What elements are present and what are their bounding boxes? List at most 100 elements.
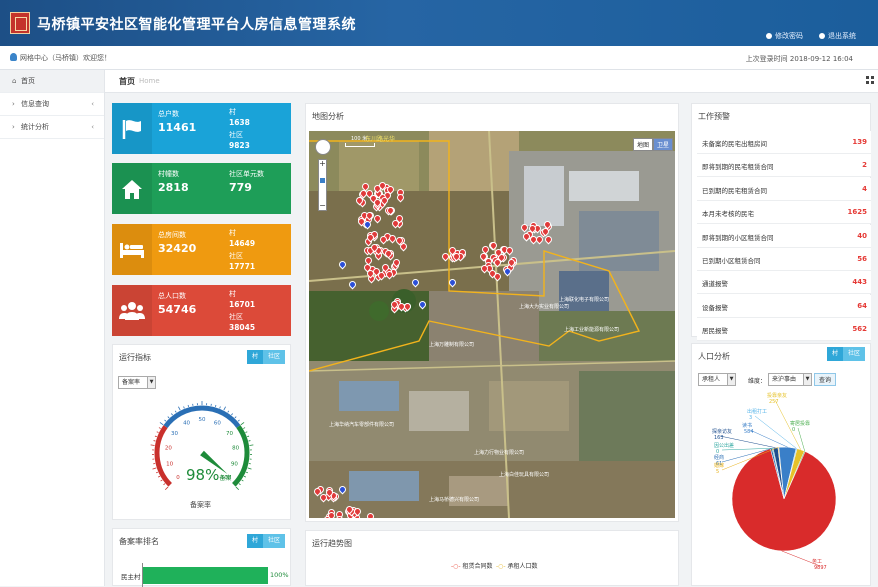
gauge-tick	[220, 407, 221, 409]
gauge-tick	[168, 417, 169, 418]
map-type-satellite[interactable]: 卫星	[653, 138, 673, 151]
warning-row[interactable]: 居民报警 562	[697, 318, 871, 341]
user-icon	[10, 53, 17, 61]
warning-row[interactable]: 已到期小区租赁合同 56	[697, 248, 871, 271]
panel-title: 运行指标	[119, 352, 151, 363]
toggle-village[interactable]: 村	[247, 534, 263, 548]
warning-row[interactable]: 未备案的民宅出租房间139	[697, 131, 871, 154]
warning-row[interactable]: 设备报警64	[697, 295, 871, 318]
stat-tile-population: 总人口数 54746 村 16701 社区 38045	[112, 285, 291, 336]
gauge-tick	[155, 436, 157, 437]
gauge-tick	[151, 445, 155, 446]
flag-icon	[112, 103, 152, 154]
pie-label: 务工	[812, 558, 822, 565]
gauge-tick	[228, 411, 229, 413]
app-title: 马桥镇平安社区智能化管理平台人房信息管理系统	[37, 14, 356, 34]
gauge-tick	[243, 428, 245, 429]
gauge-tick	[164, 420, 166, 421]
map-label: 上海马桥德兴有限公司	[429, 496, 479, 503]
gauge-tick	[188, 405, 189, 407]
legend-item[interactable]: -○- 租赁合同数	[451, 561, 493, 570]
warning-label: 即将到期的民宅租赁合同	[702, 161, 774, 171]
map-type-map[interactable]: 地图	[633, 138, 653, 151]
scale-bar	[345, 143, 375, 147]
gauge-tick	[175, 411, 176, 413]
pie-label: 因公出差	[714, 442, 734, 449]
pan-control-icon[interactable]	[315, 139, 331, 155]
breadcrumb: 首页 Home	[105, 70, 878, 93]
query-button[interactable]: 查询	[814, 373, 836, 386]
gauge-tick-label: 30	[171, 431, 178, 437]
power-icon	[819, 33, 825, 39]
gauge-label: 备案率	[190, 500, 211, 510]
gauge-tick	[236, 487, 239, 490]
warning-count: 443	[852, 278, 867, 286]
change-password-link[interactable]: 修改密码	[766, 31, 803, 41]
sidebar-item-home[interactable]: ⌂首页	[0, 70, 104, 93]
pie-value-label: 9897	[814, 565, 827, 571]
sidebar-item-query[interactable]: ›信息查询‹	[0, 93, 104, 116]
toggle-community[interactable]: 社区	[263, 534, 285, 548]
gauge-tick	[238, 420, 240, 421]
zoom-in-button[interactable]: +	[319, 160, 326, 168]
warning-row[interactable]: 本月未考核的民宅1625	[697, 201, 871, 224]
stat-tile-buildings: 村幢数 2818 社区单元数 779	[112, 163, 291, 214]
panel-title: 工作预警	[698, 111, 730, 122]
legend-item[interactable]: -○- 承租人口数	[496, 561, 538, 570]
gauge-tick	[242, 480, 244, 481]
warning-count: 4	[862, 185, 867, 193]
warning-count: 56	[857, 255, 867, 263]
zoom-slider[interactable]: + −	[318, 159, 327, 211]
ranking-panel: 备案率排名 村社区 民主村 100%	[112, 528, 291, 586]
gauge-tick	[239, 484, 241, 485]
breadcrumb-sub: Home	[139, 77, 160, 85]
toggle-village[interactable]: 村	[247, 350, 263, 364]
map-type-toggle: 地图卫星	[633, 138, 673, 151]
gauge-tick	[159, 428, 161, 429]
pie-label: 出租打工	[747, 408, 767, 415]
gauge-tick	[171, 413, 172, 415]
gauge-tick-label: 60	[214, 421, 221, 427]
warning-row[interactable]: 已到期的民宅租赁合同4	[697, 178, 871, 201]
warning-label: 居民报警	[702, 325, 728, 335]
bed-icon	[112, 224, 152, 275]
toggle-community[interactable]: 社区	[843, 347, 865, 361]
dimension-select[interactable]: 来沪事由▼	[768, 373, 812, 386]
toggle-village[interactable]: 村	[827, 347, 843, 361]
gauge-tick-label: 80	[232, 446, 239, 452]
pie-value-label: 584	[744, 429, 754, 435]
pie-value-label: 163	[714, 435, 724, 441]
warning-row[interactable]: 通道报警443	[697, 271, 871, 294]
chevron-left-icon: ‹	[91, 116, 94, 139]
pie-label: 探亲访友	[712, 428, 732, 435]
indicator-select[interactable]: 备案率▼	[118, 376, 156, 389]
warning-label: 即将到期的小区租赁合同	[702, 232, 774, 242]
zoom-out-button[interactable]: −	[319, 202, 326, 210]
gauge-tick	[249, 445, 253, 446]
grid-icon[interactable]	[866, 76, 874, 84]
zoom-handle[interactable]	[320, 178, 325, 183]
logout-link[interactable]: 退出系统	[819, 31, 856, 41]
trend-panel: 运行趋势图 -○- 租赁合同数 -○- 承租人口数	[305, 530, 679, 586]
person-type-select[interactable]: 承租人▼	[698, 373, 736, 386]
toggle-community[interactable]: 社区	[263, 350, 285, 364]
gauge-chart: 0102030405060708090100	[113, 395, 292, 515]
gauge-tick	[178, 407, 180, 411]
warning-row[interactable]: 即将到期的民宅租赁合同2	[697, 154, 871, 177]
warning-label: 已到期小区租赁合同	[702, 255, 761, 265]
warning-row[interactable]: 即将到期的小区租赁合同40	[697, 225, 871, 248]
gauge-tick-label: 20	[165, 446, 172, 452]
pie-label: 经商	[714, 454, 724, 461]
map-label: 上海白佳玩具有限公司	[499, 471, 549, 478]
map-label: 上海力行物业有限公司	[474, 449, 524, 456]
sidebar-item-stats[interactable]: ›统计分析‹	[0, 116, 104, 139]
gauge-tick	[248, 468, 252, 469]
stat-tile-households: 总户数 11461 村 1638 社区 9823	[112, 103, 291, 154]
gauge-tick	[246, 472, 248, 473]
gauge-tick	[156, 472, 158, 473]
gauge-tick	[163, 484, 165, 485]
pie-label: 读书	[742, 422, 752, 429]
satellite-map[interactable]: + − 100 米 地图卫星 东川路光华 上海大为实业有限公司 上海联化电子有限…	[309, 131, 675, 518]
warning-count: 562	[852, 325, 867, 333]
stat-tile-rooms: 总房间数 32420 村 14649 社区 17771	[112, 224, 291, 275]
